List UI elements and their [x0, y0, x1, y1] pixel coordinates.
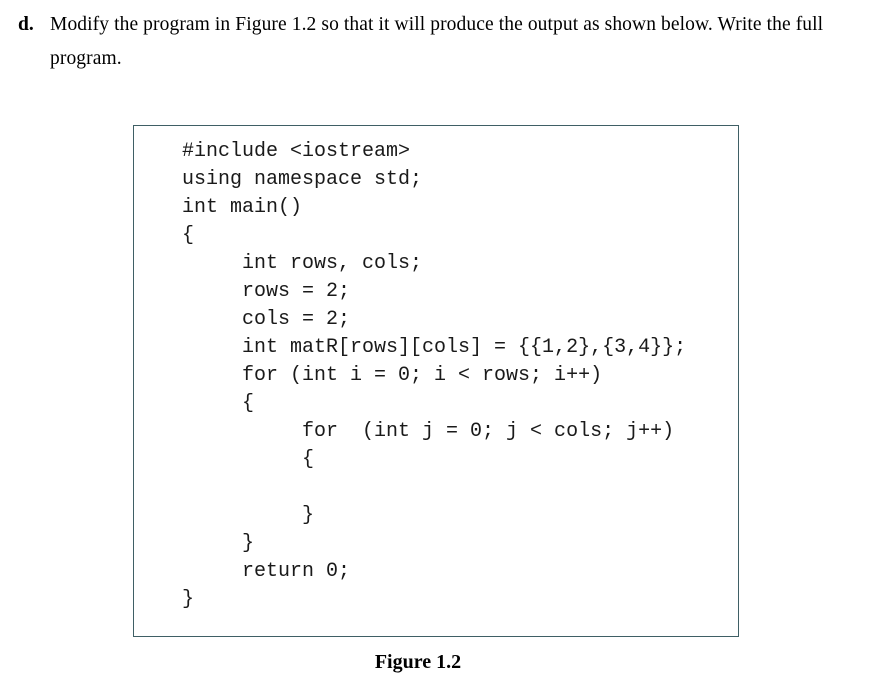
code-line: return 0; — [182, 560, 351, 583]
code-line: #include <iostream> — [182, 140, 411, 163]
code-line: using namespace std; — [182, 168, 423, 191]
figure-1-2: #include <iostream> using namespace std; i… — [133, 125, 739, 675]
code-line: { — [182, 224, 195, 247]
code-line: for (int j = 0; j < cols; j++) — [182, 420, 675, 443]
code-line: int rows, cols; — [182, 252, 423, 275]
code-line: rows = 2; — [182, 280, 351, 303]
code-listing-box: #include <iostream> using namespace std; i… — [133, 125, 739, 637]
question-marker: d. — [18, 14, 34, 35]
code-line: cols = 2; — [182, 308, 351, 331]
code-line: } — [182, 532, 255, 555]
question-row: d. Modify the program in Figure 1.2 so t… — [0, 8, 881, 76]
code-lines: #include <iostream> using namespace std; i… — [134, 138, 738, 614]
code-line: for (int i = 0; i < rows; i++) — [182, 364, 603, 387]
code-line: } — [182, 588, 195, 611]
code-line: { — [182, 392, 255, 415]
code-line: int main() — [182, 196, 303, 219]
code-line: { — [182, 448, 315, 471]
figure-caption: Figure 1.2 — [374, 651, 462, 673]
code-line: int matR[rows][cols] = {{1,2},{3,4}}; — [182, 336, 687, 359]
question-block: d. Modify the program in Figure 1.2 so t… — [0, 0, 881, 76]
question-text: Modify the program in Figure 1.2 so that… — [50, 14, 824, 69]
code-line: } — [182, 504, 315, 527]
